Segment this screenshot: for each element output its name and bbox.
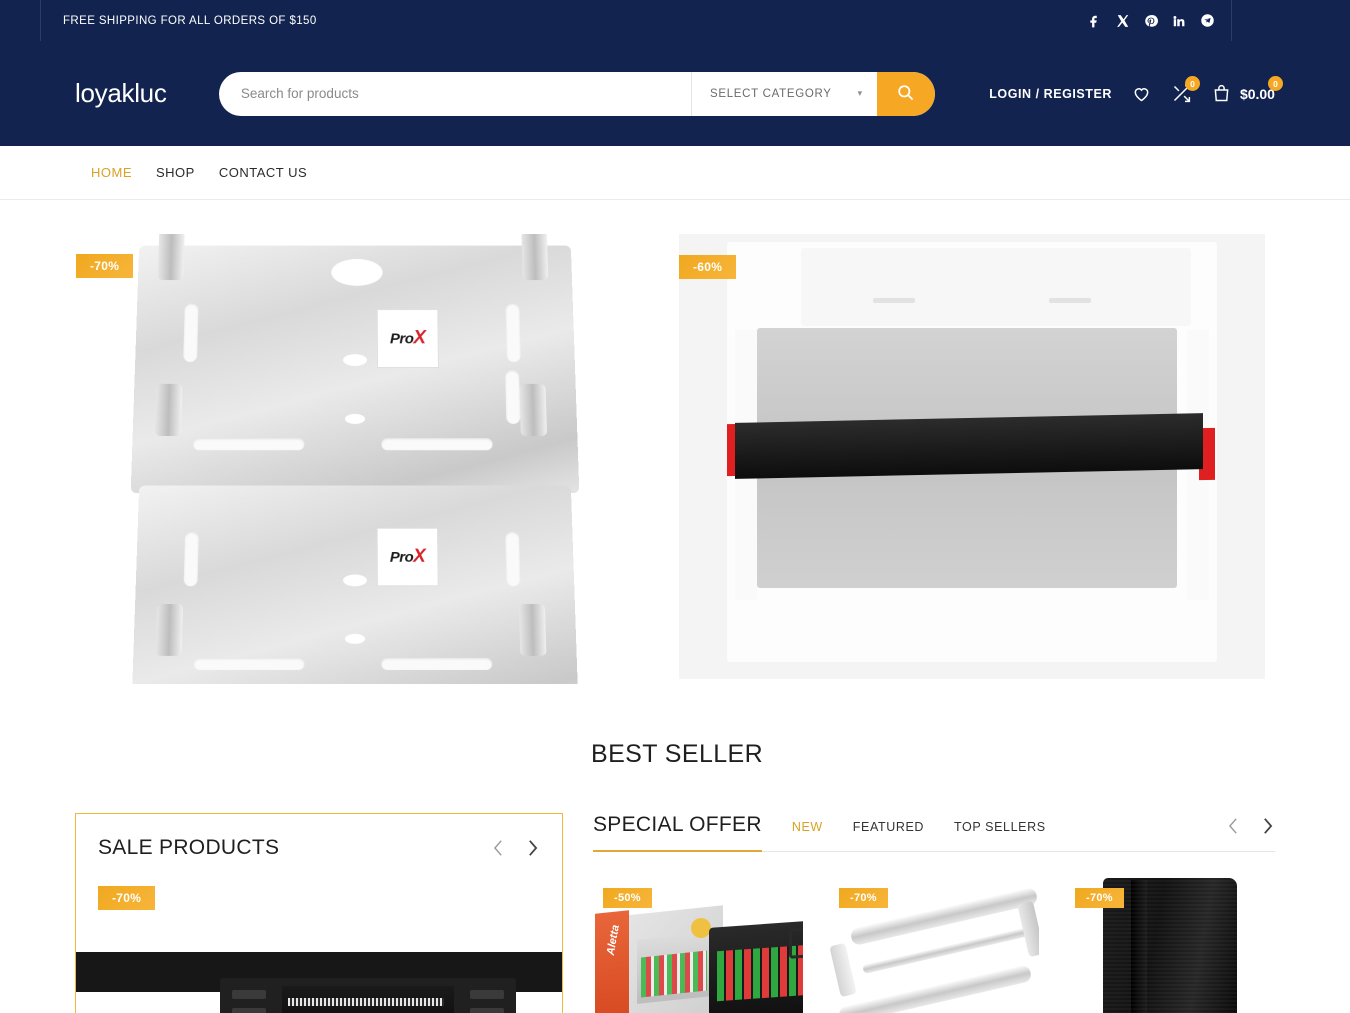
category-select-label: SELECT CATEGORY — [709, 87, 832, 100]
truss-image — [829, 886, 1039, 1013]
discount-badge: -60% — [679, 255, 737, 279]
lower-sections: SALE PRODUCTS -70% SPECIAL OFFER NEW FEA… — [75, 813, 1275, 1013]
promo-banner-truss-plate[interactable]: -70% Pro X Pro X — [75, 234, 593, 684]
search-icon — [896, 83, 915, 105]
shopping-bag-icon — [1211, 83, 1232, 104]
chevron-down-icon: ▾ — [857, 88, 863, 98]
best-seller-title: BEST SELLER — [591, 740, 764, 768]
cart-count-badge: 0 — [1267, 76, 1283, 91]
discount-badge: -50% — [603, 888, 652, 908]
telegram-icon[interactable] — [1200, 13, 1215, 28]
promo-banner-flight-case[interactable]: -60% — [679, 234, 1265, 679]
promo-banner-row: -70% Pro X Pro X -60% — [75, 234, 1275, 684]
carousel-next-icon[interactable] — [1259, 815, 1275, 837]
tab-featured[interactable]: FEATURED — [853, 820, 924, 834]
discount-badge: -70% — [1075, 888, 1124, 908]
sale-products-carousel-controls — [490, 837, 540, 859]
special-offer-tabs: SPECIAL OFFER NEW FEATURED TOP SELLERS — [593, 813, 1046, 852]
sale-products-widget: SALE PRODUCTS -70% — [75, 813, 563, 1013]
sale-products-title: SALE PRODUCTS — [98, 836, 280, 859]
compare-button[interactable]: 0 — [1171, 76, 1200, 104]
nav-inner: HOME SHOP CONTACT US — [75, 165, 1275, 180]
facebook-icon[interactable] — [1088, 14, 1102, 28]
flight-case-image — [727, 242, 1217, 662]
discount-badge: -70% — [839, 888, 888, 908]
top-bar-inner: FREE SHIPPING FOR ALL ORDERS OF $150 — [40, 0, 1232, 41]
product-card-truss[interactable]: -70% — [829, 878, 1039, 1013]
discount-badge: -70% — [76, 254, 134, 278]
compare-count-badge: 0 — [1184, 76, 1200, 91]
main-navigation: HOME SHOP CONTACT US — [0, 146, 1350, 200]
dj-mixer-body — [220, 978, 516, 1013]
free-shipping-message: FREE SHIPPING FOR ALL ORDERS OF $150 — [63, 14, 317, 27]
social-links — [1088, 13, 1219, 28]
special-offer-header: SPECIAL OFFER NEW FEATURED TOP SELLERS — [593, 813, 1275, 852]
heart-icon — [1131, 83, 1152, 104]
best-seller-section: BEST SELLER — [75, 740, 1275, 769]
top-announcement-bar: FREE SHIPPING FOR ALL ORDERS OF $150 — [0, 0, 1350, 41]
carousel-prev-icon[interactable] — [490, 837, 506, 859]
header-actions: LOGIN / REGISTER 0 0 $0.00 — [989, 76, 1283, 104]
product-card-speaker[interactable]: -70% — [1065, 878, 1275, 1013]
nav-item-contact-us[interactable]: CONTACT US — [219, 165, 307, 180]
site-logo[interactable]: loyakluc — [75, 78, 167, 109]
login-register-link[interactable]: LOGIN / REGISTER — [989, 87, 1112, 101]
linkedin-icon[interactable] — [1172, 14, 1186, 28]
category-select[interactable]: SELECT CATEGORY ▾ — [690, 71, 877, 116]
search-input[interactable] — [218, 71, 691, 116]
nav-item-home[interactable]: HOME — [91, 165, 132, 180]
x-twitter-icon[interactable] — [1116, 14, 1130, 28]
special-offer-title: SPECIAL OFFER — [593, 813, 762, 852]
header-inner: loyakluc SELECT CATEGORY ▾ LOGIN / REGIS… — [75, 71, 1283, 116]
nav-item-shop[interactable]: SHOP — [156, 165, 195, 180]
sale-product-card[interactable]: -70% — [76, 886, 562, 1013]
product-search-bar: SELECT CATEGORY ▾ — [218, 71, 935, 116]
special-offer-carousel-controls — [1225, 815, 1275, 837]
wishlist-button[interactable] — [1131, 83, 1152, 104]
special-offer-widget: SPECIAL OFFER NEW FEATURED TOP SELLERS -… — [593, 813, 1275, 1013]
carousel-next-icon[interactable] — [524, 837, 540, 859]
cart-button[interactable]: 0 $0.00 — [1211, 76, 1283, 104]
search-button[interactable] — [876, 71, 935, 116]
special-offer-product-grid: -50% Aletta -70% -70% — [593, 878, 1275, 1013]
sale-products-header: SALE PRODUCTS — [98, 836, 540, 860]
product-card-led-effect[interactable]: -50% Aletta — [593, 878, 803, 1013]
site-header: loyakluc SELECT CATEGORY ▾ LOGIN / REGIS… — [0, 41, 1350, 146]
pinterest-icon[interactable] — [1144, 14, 1158, 28]
discount-badge: -70% — [98, 886, 156, 910]
truss-plate-image: Pro X Pro X — [75, 234, 593, 684]
tab-top-sellers[interactable]: TOP SELLERS — [954, 820, 1046, 834]
carousel-prev-icon[interactable] — [1225, 815, 1241, 837]
tab-new[interactable]: NEW — [792, 820, 823, 834]
